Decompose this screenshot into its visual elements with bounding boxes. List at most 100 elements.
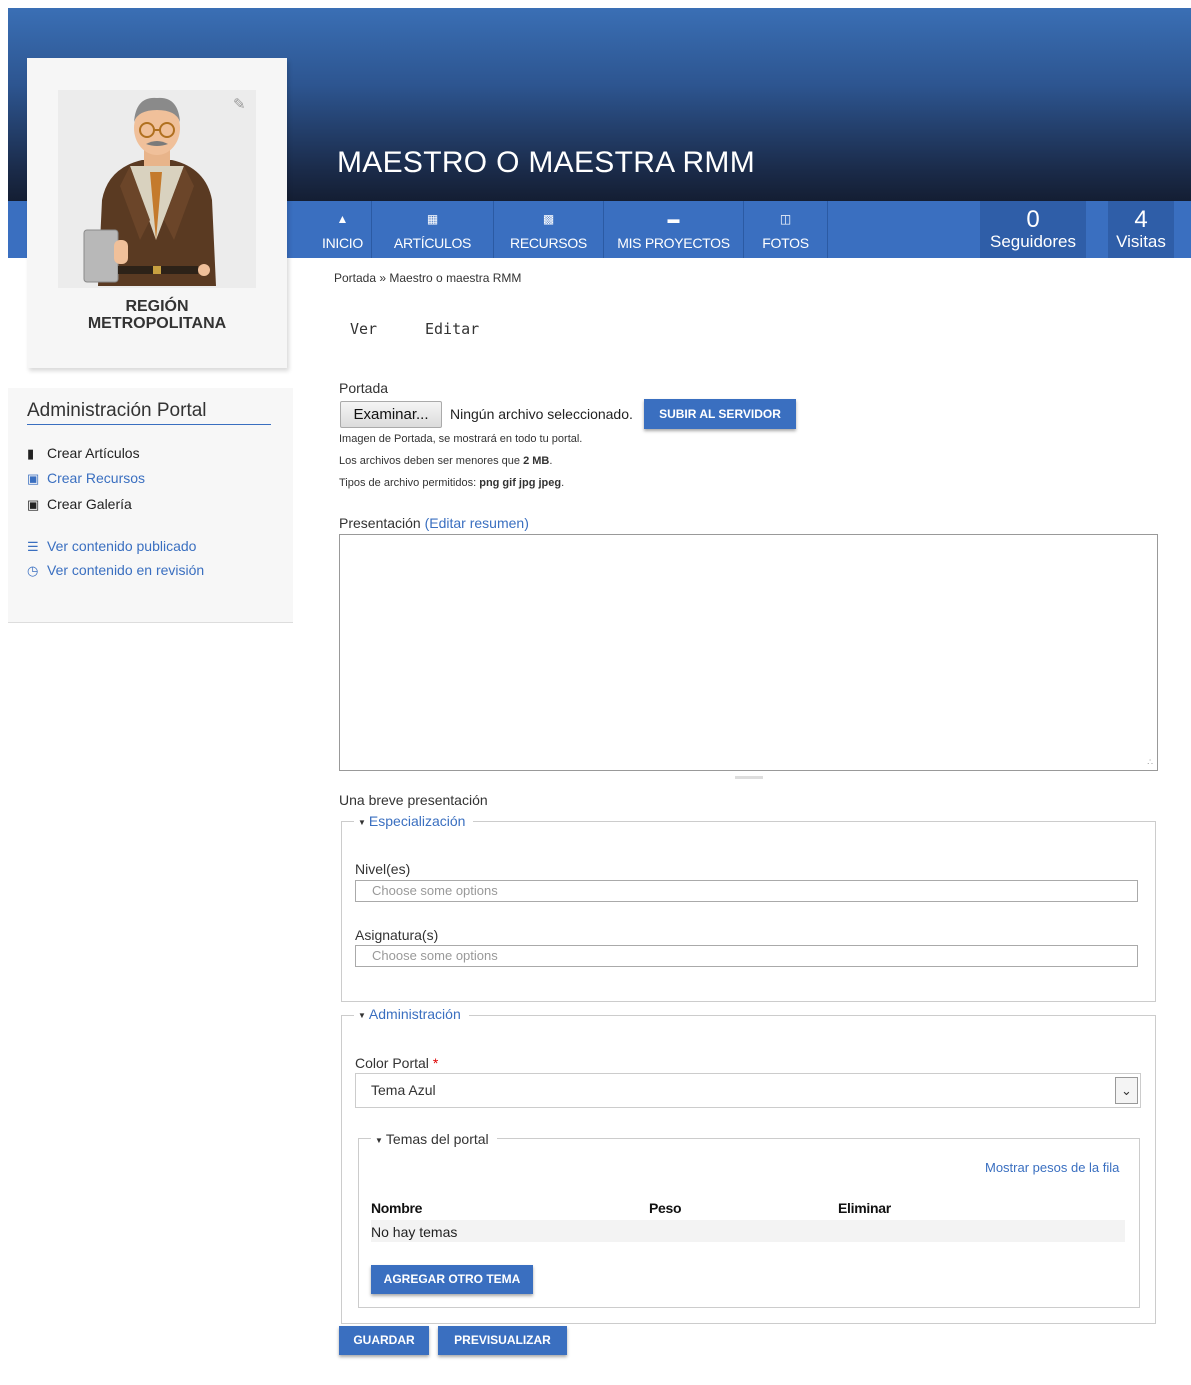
followers-count: 0	[1026, 206, 1040, 233]
file-types-prefix: Tipos de archivo permitidos:	[339, 477, 480, 489]
chevron-down-icon[interactable]: ⌄	[1115, 1077, 1138, 1104]
file-types-help: Tipos de archivo permitidos: png gif jpg…	[339, 477, 564, 489]
visits-label: Visitas	[1116, 232, 1166, 251]
file-size-prefix: Los archivos deben ser menores que	[339, 455, 524, 467]
browse-file-button[interactable]: Examinar...	[340, 401, 442, 428]
nav-mis-proyectos[interactable]: ▬ MIS PROYECTOS	[604, 201, 744, 258]
show-weights-link[interactable]: Mostrar pesos de la fila	[985, 1160, 1119, 1175]
presentacion-label-row: Presentación (Editar resumen)	[339, 515, 529, 531]
temas-legend-label: Temas del portal	[385, 1131, 489, 1147]
col-header-eliminar: Eliminar	[838, 1200, 891, 1216]
especializacion-legend[interactable]: ▼ Especialización	[354, 813, 474, 829]
followers-stat[interactable]: 0 Seguidores	[980, 201, 1086, 258]
folder-icon: ▬	[667, 212, 680, 226]
caret-down-icon: ▼	[358, 817, 366, 827]
administracion-legend-label: Administración	[368, 1006, 461, 1022]
top-strip	[0, 0, 1191, 8]
edit-summary-link[interactable]: (Editar resumen)	[425, 515, 529, 531]
sidebar-item-label: Crear Recursos	[47, 470, 146, 486]
sidebar-item-label: Crear Artículos	[47, 445, 140, 461]
admin-sidebar: Administración Portal ▮ Crear Artículos ▣…	[8, 388, 293, 623]
nav-articulos-label: ARTÍCULOS	[393, 235, 472, 251]
nav-articulos[interactable]: ▦ ARTÍCULOS	[372, 201, 494, 258]
presentacion-textarea[interactable]: ∴	[339, 534, 1158, 771]
book-icon: ▮	[27, 446, 35, 461]
sidebar-item-ver-publicado[interactable]: ☰ Ver contenido publicado	[27, 538, 196, 555]
file-size-value: 2 MB	[523, 455, 550, 467]
nav-mis-proyectos-label: MIS PROYECTOS	[617, 235, 730, 251]
especializacion-fieldset	[341, 821, 1156, 1002]
sidebar-item-ver-revision[interactable]: ◷ Ver contenido en revisión	[27, 562, 204, 579]
sidebar-item-crear-galeria[interactable]: ▣ Crear Galería	[27, 496, 132, 513]
asignaturas-label: Asignatura(s)	[355, 927, 439, 943]
portada-label: Portada	[339, 380, 389, 396]
nav-recursos-label: RECURSOS	[510, 235, 587, 251]
sidebar-item-label: Ver contenido publicado	[47, 538, 197, 554]
briefcase-icon: ▩	[542, 212, 555, 226]
document-icon: ▦	[426, 212, 439, 226]
table-row	[371, 1220, 1125, 1242]
save-button[interactable]: GUARDAR	[339, 1326, 429, 1355]
portada-help: Imagen de Portada, se mostrará en todo t…	[339, 433, 583, 445]
col-header-peso: Peso	[649, 1200, 682, 1216]
clock-icon: ◷	[27, 563, 39, 578]
breadcrumb-current: Maestro o maestra RMM	[389, 271, 522, 285]
required-mark: *	[432, 1055, 439, 1071]
breadcrumb-separator: »	[376, 271, 390, 285]
administracion-legend[interactable]: ▼ Administración	[354, 1006, 469, 1022]
caret-down-icon: ▼	[358, 1010, 366, 1020]
nav-fotos-label: FOTOS	[762, 235, 809, 251]
color-portal-label-row: Color Portal *	[355, 1055, 438, 1071]
niveles-label: Nivel(es)	[355, 861, 411, 877]
followers-label: Seguidores	[989, 232, 1076, 251]
resize-handle-icon[interactable]: ∴	[1147, 757, 1153, 768]
region-name: REGIÓN METROPOLITANA	[27, 298, 287, 332]
sidebar-item-crear-articulos[interactable]: ▮ Crear Artículos	[27, 445, 140, 462]
niveles-multiselect[interactable]: Choose some options	[355, 880, 1138, 902]
file-size-suffix: .	[549, 455, 553, 467]
box-icon: ▣	[27, 471, 40, 486]
site-title: MAESTRO O MAESTRA RMM	[337, 146, 755, 179]
presentacion-label: Presentación	[339, 515, 421, 531]
region-line-1: REGIÓN	[125, 298, 189, 315]
add-theme-button[interactable]: AGREGAR OTRO TEMA	[371, 1265, 533, 1294]
edit-icon[interactable]: ✎	[233, 95, 246, 113]
sidebar-item-crear-recursos[interactable]: ▣ Crear Recursos	[27, 470, 145, 487]
sidebar-item-label: Ver contenido en revisión	[47, 562, 205, 578]
file-size-help: Los archivos deben ser menores que 2 MB.	[339, 455, 552, 467]
sidebar-item-label: Crear Galería	[47, 496, 132, 512]
profile-card: ✎ REGIÓN METROPOLITANA	[27, 58, 287, 368]
file-types-suffix: .	[561, 477, 565, 489]
color-portal-label: Color Portal	[355, 1055, 429, 1071]
photos-icon: ◫	[779, 212, 792, 226]
preview-button[interactable]: PREVISUALIZAR	[438, 1326, 567, 1355]
breadcrumb-home[interactable]: Portada	[334, 271, 376, 285]
asignaturas-multiselect[interactable]: Choose some options	[355, 945, 1138, 967]
tab-ver[interactable]: Ver	[350, 320, 377, 338]
upload-button[interactable]: SUBIR AL SERVIDOR	[644, 399, 796, 429]
textarea-grippie[interactable]	[735, 776, 763, 779]
especializacion-legend-label: Especialización	[368, 813, 466, 829]
teacher-avatar-illustration	[83, 97, 216, 286]
caret-down-icon: ▼	[375, 1135, 383, 1145]
temas-legend[interactable]: ▼ Temas del portal	[371, 1131, 497, 1147]
file-types-value: png gif jpg jpeg	[479, 477, 562, 489]
no-file-text: Ningún archivo seleccionado.	[450, 406, 633, 422]
breadcrumb: Portada » Maestro o maestra RMM	[334, 271, 521, 285]
nav-recursos[interactable]: ▩ RECURSOS	[494, 201, 604, 258]
nav-inicio[interactable]: ▲ INICIO	[314, 201, 372, 258]
visits-count: 4	[1134, 206, 1148, 233]
list-icon: ☰	[27, 539, 39, 554]
visits-stat: 4 Visitas	[1108, 201, 1174, 258]
region-line-2: METROPOLITANA	[87, 315, 227, 332]
image-icon: ▣	[27, 497, 40, 512]
home-icon: ▲	[336, 212, 349, 226]
sidebar-title: Administración Portal	[27, 400, 271, 425]
tab-editar[interactable]: Editar	[425, 320, 479, 338]
nav-inicio-label: INICIO	[322, 235, 363, 251]
avatar	[58, 90, 256, 288]
nav-fotos[interactable]: ◫ FOTOS	[744, 201, 828, 258]
presentacion-help: Una breve presentación	[339, 792, 488, 808]
color-portal-select[interactable]: Tema Azul	[355, 1073, 1141, 1108]
no-themes-text: No hay temas	[371, 1224, 458, 1240]
